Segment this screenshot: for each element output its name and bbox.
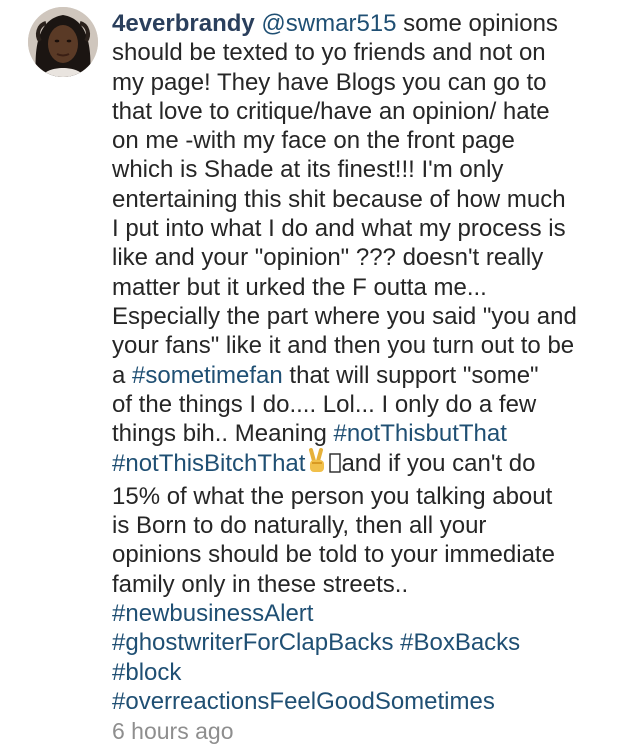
comment-text: a [112,361,133,389]
comment-line: of the things I do.... Lol... I only do … [112,390,537,418]
hashtag-link[interactable]: #notThisbutThat [333,420,506,447]
comment-line: my page! They have Blogs you can go to [112,68,547,96]
comment-line: family only in these streets.. [112,570,409,598]
comment-text: and if you can't do [341,450,536,478]
mention-link[interactable]: @swmar515 [261,10,396,37]
comment-text: some opinions [403,10,558,37]
comment-line: which is Shade at its finest!!! I'm only [112,156,504,184]
hashtag-link[interactable]: #block [112,658,632,687]
comment-line: your fans" like it and then you turn out… [112,332,575,360]
comment-line: matter but it urked the F outta me... [112,273,487,301]
comment-line: that love to critique/have an opinion/ h… [112,97,550,125]
comment-line: opinions should be told to your immediat… [112,541,555,569]
avatar[interactable] [28,7,98,77]
avatar-photo [28,7,98,77]
comment-body: 4everbrandy @swmar515 some opinions shou… [112,9,632,716]
comment-line: #ghostwriterForClapBacks #BoxBacks [112,628,632,657]
hashtag-link[interactable]: #ghostwriterForClapBacks [112,629,393,656]
hashtag-link[interactable]: #overreactionsFeelGoodSometimes [112,687,632,716]
comment-line: Especially the part where you said "you … [112,302,577,330]
hashtag-link[interactable]: #notThisBitchThat [112,450,305,477]
hashtag-link[interactable]: #BoxBacks [400,629,520,656]
comment: 4everbrandy @swmar515 some opinions shou… [0,0,639,751]
comment-line: should be texted to yo friends and not o… [112,39,546,67]
missing-glyph-icon [329,452,342,481]
comment-text: things bih.. Meaning [112,420,334,448]
comment-text: that will support "some" [282,361,539,389]
comment-line: is Born to do naturally, then all your [112,512,487,540]
timestamp[interactable]: 6 hours ago [112,718,233,745]
victory-hand-icon [305,448,329,481]
comment-line: entertaining this shit because of how mu… [112,185,566,213]
comment-line: like and your "opinion" ??? doesn't real… [112,244,544,272]
comment-line: 15% of what the person you talking about [112,482,553,510]
hashtag-link[interactable]: #sometimefan [132,362,283,389]
username-link[interactable]: 4everbrandy [112,10,255,37]
comment-line: I put into what I do and what my process… [112,215,566,243]
hashtag-link[interactable]: #newbusinessAlert [112,599,632,628]
comment-line: a #sometimefan that will support "some" [112,361,632,390]
comment-line: things bih.. Meaning #notThisbutThat [112,419,632,448]
comment-line: 4everbrandy @swmar515 some opinions [112,9,632,38]
comment-line: #notThisBitchThat and if you can't do [112,448,632,481]
comment-line: on me -with my face on the front page [112,127,515,155]
